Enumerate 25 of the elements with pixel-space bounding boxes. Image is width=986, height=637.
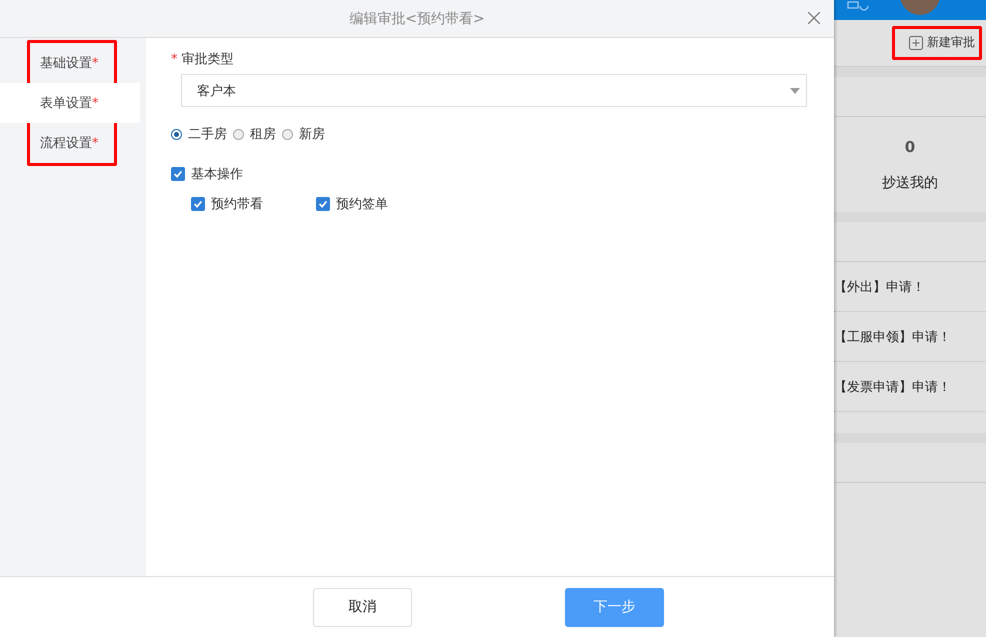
sidebar-item[interactable]: 流程设置* xyxy=(0,123,140,163)
notice-item[interactable]: 【发票申请】申请！ xyxy=(834,362,986,412)
checkbox-option[interactable]: 基本操作 xyxy=(171,165,809,183)
notice-item[interactable]: 【外出】申请！ xyxy=(834,262,986,312)
radio-option[interactable]: 租房 xyxy=(233,125,276,143)
close-icon[interactable] xyxy=(808,12,820,24)
sidebar-item[interactable]: 基础设置* xyxy=(0,43,140,83)
new-approval-button[interactable]: 新建审批 xyxy=(909,34,975,51)
approval-type-select[interactable]: 客户本 xyxy=(181,74,807,107)
plus-icon xyxy=(909,36,923,50)
radio-option[interactable]: 新房 xyxy=(282,125,325,143)
caret-icon xyxy=(790,88,800,94)
field-label: * 审批类型 xyxy=(171,51,235,68)
checkmark-icon xyxy=(192,198,204,210)
checkbox-option[interactable]: 预约带看 xyxy=(191,195,263,213)
sidebar-item[interactable]: 表单设置* xyxy=(0,83,140,123)
stat-label: 抄送我的 xyxy=(882,174,938,192)
cancel-button[interactable]: 取消 xyxy=(313,588,412,626)
checkbox-option[interactable]: 预约签单 xyxy=(316,195,388,213)
notice-item[interactable]: 【工服申领】申请！ xyxy=(834,312,986,362)
radio-option[interactable]: 二手房 xyxy=(171,125,227,143)
checkmark-icon xyxy=(172,168,184,180)
checkmark-icon xyxy=(317,198,329,210)
dialog-title: 编辑审批<预约带看> xyxy=(349,10,485,28)
stat-count: 0 xyxy=(904,138,916,156)
